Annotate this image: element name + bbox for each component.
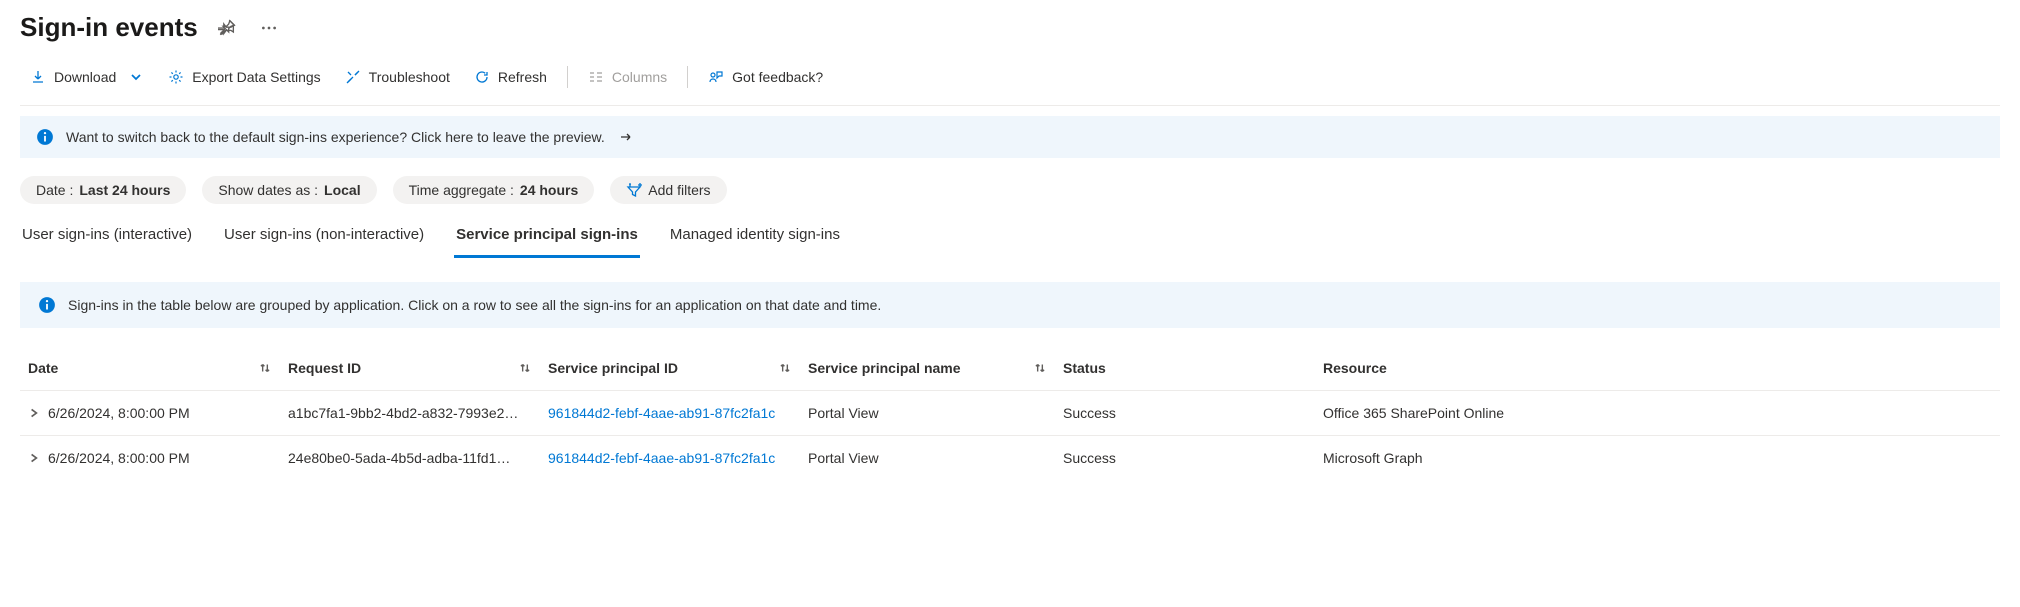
cell-sp-name: Portal View — [800, 401, 1055, 425]
sort-icon — [778, 361, 792, 375]
wrench-icon — [345, 69, 361, 85]
column-header-request-id[interactable]: Request ID — [280, 356, 540, 380]
table-row[interactable]: 6/26/2024, 8:00:00 PM a1bc7fa1-9bb2-4bd2… — [20, 390, 2000, 435]
preview-banner-text: Want to switch back to the default sign-… — [66, 129, 605, 145]
cell-sp-id[interactable]: 961844d2-febf-4aae-ab91-87fc2fa1c — [540, 446, 800, 470]
filter-row: Date : Last 24 hours Show dates as : Loc… — [20, 158, 2000, 218]
refresh-button[interactable]: Refresh — [464, 63, 557, 91]
filter-show-value: Local — [324, 182, 361, 198]
page-title: Sign-in events — [20, 12, 198, 43]
cell-resource: Office 365 SharePoint Online — [1315, 401, 1995, 425]
preview-banner[interactable]: Want to switch back to the default sign-… — [20, 116, 2000, 158]
info-icon — [38, 296, 56, 314]
feedback-label: Got feedback? — [732, 69, 823, 85]
download-label: Download — [54, 69, 116, 85]
col-sp-id-label: Service principal ID — [548, 360, 678, 376]
cell-date-text: 6/26/2024, 8:00:00 PM — [48, 450, 190, 466]
column-header-sp-id[interactable]: Service principal ID — [540, 356, 800, 380]
cell-date: 6/26/2024, 8:00:00 PM — [20, 401, 280, 425]
cell-request-id: 24e80be0-5ada-4b5d-adba-11fd1… — [280, 446, 540, 470]
col-request-id-label: Request ID — [288, 360, 361, 376]
tab-service-principal-signins[interactable]: Service principal sign-ins — [454, 218, 640, 258]
filter-pill-date[interactable]: Date : Last 24 hours — [20, 176, 186, 204]
sort-icon — [258, 361, 272, 375]
export-data-settings-button[interactable]: Export Data Settings — [158, 63, 330, 91]
sort-icon — [1033, 361, 1047, 375]
col-date-label: Date — [28, 360, 58, 376]
gear-icon — [168, 69, 184, 85]
cell-resource: Microsoft Graph — [1315, 446, 1995, 470]
download-icon — [30, 69, 46, 85]
arrow-right-icon — [619, 130, 633, 144]
column-header-sp-name[interactable]: Service principal name — [800, 356, 1055, 380]
filter-date-label: Date : — [36, 182, 73, 198]
cell-sp-id[interactable]: 961844d2-febf-4aae-ab91-87fc2fa1c — [540, 401, 800, 425]
grouping-banner-text: Sign-ins in the table below are grouped … — [68, 297, 881, 313]
table-header-row: Date Request ID Service principal ID Ser… — [20, 346, 2000, 390]
column-header-resource[interactable]: Resource — [1315, 356, 1995, 380]
person-feedback-icon — [708, 69, 724, 85]
filter-agg-label: Time aggregate : — [409, 182, 514, 198]
chevron-right-icon[interactable] — [28, 452, 40, 464]
cell-status: Success — [1055, 401, 1315, 425]
tab-managed-identity-signins[interactable]: Managed identity sign-ins — [668, 218, 842, 258]
filter-pill-time-aggregate[interactable]: Time aggregate : 24 hours — [393, 176, 595, 204]
table-row[interactable]: 6/26/2024, 8:00:00 PM 24e80be0-5ada-4b5d… — [20, 435, 2000, 480]
chevron-down-icon — [128, 69, 144, 85]
info-icon — [36, 128, 54, 146]
columns-label: Columns — [612, 69, 667, 85]
refresh-label: Refresh — [498, 69, 547, 85]
tabs: User sign-ins (interactive) User sign-in… — [20, 218, 2000, 258]
tab-user-signins-noninteractive[interactable]: User sign-ins (non-interactive) — [222, 218, 426, 258]
cell-request-id: a1bc7fa1-9bb2-4bd2-a832-7993e2… — [280, 401, 540, 425]
filter-pill-show-dates[interactable]: Show dates as : Local — [202, 176, 376, 204]
refresh-icon — [474, 69, 490, 85]
column-header-status[interactable]: Status — [1055, 356, 1315, 380]
filter-show-label: Show dates as : — [218, 182, 318, 198]
cell-sp-name: Portal View — [800, 446, 1055, 470]
more-icon[interactable] — [256, 15, 282, 41]
signins-table: Date Request ID Service principal ID Ser… — [20, 346, 2000, 480]
col-resource-label: Resource — [1323, 360, 1387, 376]
col-sp-name-label: Service principal name — [808, 360, 961, 376]
column-header-date[interactable]: Date — [20, 356, 280, 380]
tab-user-signins-interactive[interactable]: User sign-ins (interactive) — [20, 218, 194, 258]
troubleshoot-button[interactable]: Troubleshoot — [335, 63, 460, 91]
filter-agg-value: 24 hours — [520, 182, 578, 198]
add-filters-button[interactable]: Add filters — [610, 176, 726, 204]
export-label: Export Data Settings — [192, 69, 320, 85]
cell-date-text: 6/26/2024, 8:00:00 PM — [48, 405, 190, 421]
troubleshoot-label: Troubleshoot — [369, 69, 450, 85]
add-filters-label: Add filters — [648, 182, 710, 198]
chevron-right-icon[interactable] — [28, 407, 40, 419]
pin-icon[interactable] — [214, 15, 240, 41]
feedback-button[interactable]: Got feedback? — [698, 63, 833, 91]
columns-button: Columns — [578, 63, 677, 91]
grouping-banner: Sign-ins in the table below are grouped … — [20, 282, 2000, 328]
sort-icon — [518, 361, 532, 375]
cell-status: Success — [1055, 446, 1315, 470]
filter-add-icon — [626, 182, 642, 198]
cell-date: 6/26/2024, 8:00:00 PM — [20, 446, 280, 470]
page-header: Sign-in events — [20, 0, 2000, 51]
download-button[interactable]: Download — [20, 63, 154, 91]
filter-date-value: Last 24 hours — [79, 182, 170, 198]
col-status-label: Status — [1063, 360, 1106, 376]
toolbar: Download Export Data Settings Troublesho… — [20, 51, 2000, 106]
columns-icon — [588, 69, 604, 85]
toolbar-separator — [567, 66, 568, 88]
toolbar-separator — [687, 66, 688, 88]
